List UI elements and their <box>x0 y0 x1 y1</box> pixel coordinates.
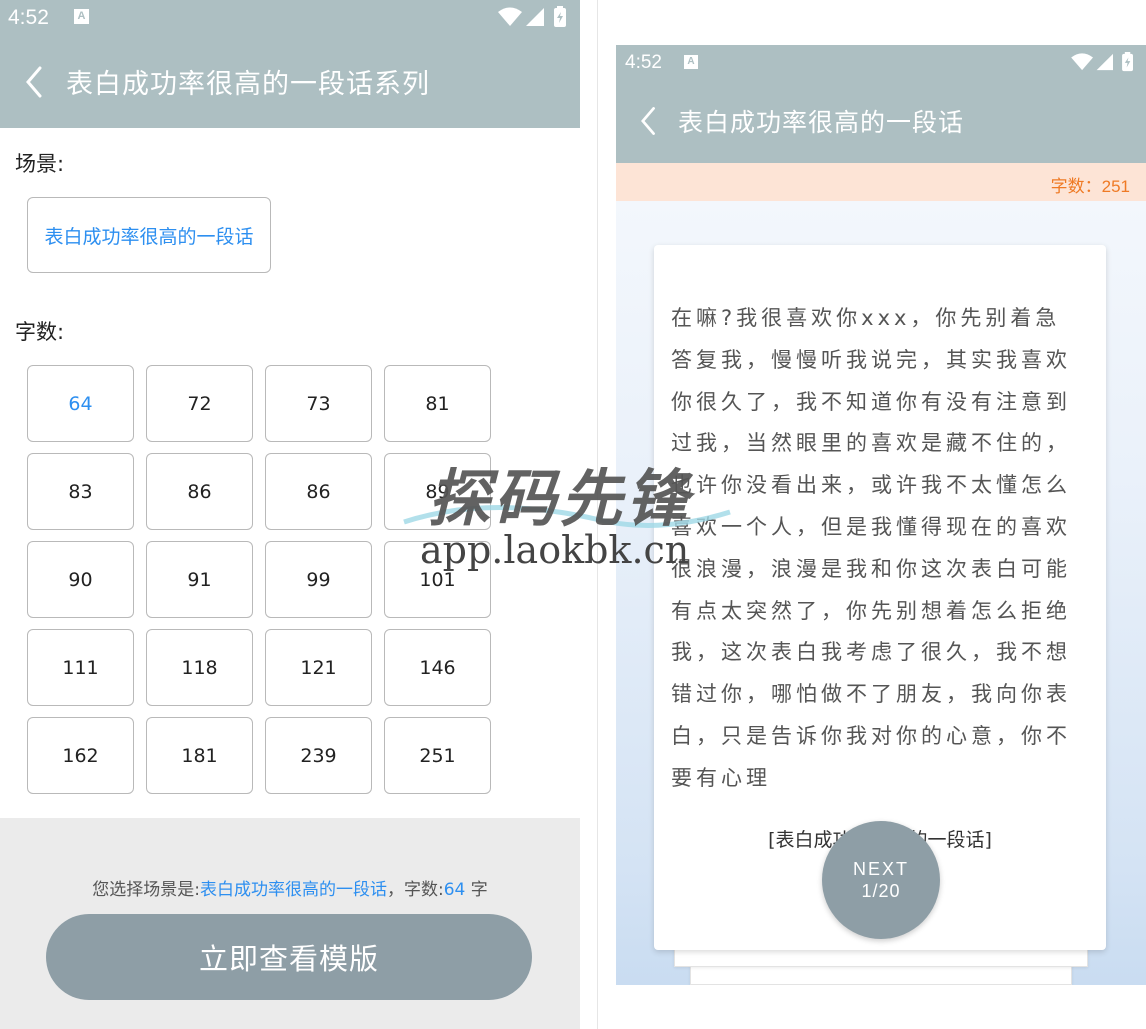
status-bar: 4:52 A <box>616 45 1146 79</box>
card-body-text: 在嘛?我很喜欢你xxx，你先别着急答复我，慢慢听我说完，其实我喜欢你很久了，我不… <box>671 306 1071 790</box>
system-status-icons <box>1071 52 1133 72</box>
right-screen: 4:52 A 表白成功率很高的一段话 字数：251 在嘛?我很喜欢你xxx，你先… <box>616 45 1146 985</box>
app-bar: 表白成功率很高的一段话系列 <box>0 36 580 128</box>
count-option[interactable]: 73 <box>265 365 372 442</box>
summary-scene: 表白成功率很高的一段话 <box>199 880 387 900</box>
count-option[interactable]: 251 <box>384 717 491 794</box>
count-option[interactable]: 146 <box>384 629 491 706</box>
char-count-bar: 字数：251 <box>616 163 1146 201</box>
count-label: 字数: <box>15 320 65 344</box>
char-count: 字数：251 <box>1050 177 1130 196</box>
count-option[interactable]: 90 <box>27 541 134 618</box>
battery-icon <box>554 6 566 27</box>
a-notification-icon: A <box>74 9 89 24</box>
summary-count: 64 <box>443 880 466 900</box>
a-notification-icon: A <box>684 55 698 69</box>
count-grid: 64 72 73 81 83 86 86 89 90 91 99 101 111… <box>27 365 492 794</box>
battery-icon <box>1122 52 1133 72</box>
next-label: NEXT <box>852 859 909 879</box>
page-title: 表白成功率很高的一段话系列 <box>66 69 430 100</box>
count-option[interactable]: 91 <box>146 541 253 618</box>
app-bar: 表白成功率很高的一段话 <box>616 79 1146 163</box>
count-option[interactable]: 83 <box>27 453 134 530</box>
count-option[interactable]: 181 <box>146 717 253 794</box>
count-option[interactable]: 162 <box>27 717 134 794</box>
summary-mid: ，字数: <box>386 880 444 900</box>
wifi-icon <box>498 7 522 26</box>
back-arrow-icon[interactable] <box>632 103 668 139</box>
wifi-icon <box>1071 53 1093 71</box>
count-option[interactable]: 239 <box>265 717 372 794</box>
count-option[interactable]: 99 <box>265 541 372 618</box>
signal-icon <box>1096 53 1113 71</box>
count-option[interactable]: 72 <box>146 365 253 442</box>
count-option[interactable]: 89 <box>384 453 491 530</box>
summary-suffix: 字 <box>465 880 488 900</box>
count-option[interactable]: 64 <box>27 365 134 442</box>
count-option[interactable]: 118 <box>146 629 253 706</box>
count-option[interactable]: 86 <box>146 453 253 530</box>
signal-icon <box>526 8 544 26</box>
left-screen: 4:52 A 表白成功率很高的一段话系列 场景: 表白成功率很高的一段话 字数:… <box>0 0 580 1029</box>
selection-summary: 您选择场景是:表白成功率很高的一段话，字数:64 字 <box>0 875 580 900</box>
panel-divider <box>597 0 598 1029</box>
page-indicator: 1/20 <box>861 881 901 901</box>
system-status-icons <box>498 6 566 27</box>
next-button[interactable]: NEXT 1/20 <box>822 821 940 939</box>
status-time: 4:52 <box>8 6 49 29</box>
view-template-button[interactable]: 立即查看模版 <box>46 914 532 1000</box>
scene-label: 场景: <box>15 152 65 176</box>
count-option[interactable]: 101 <box>384 541 491 618</box>
back-arrow-icon[interactable] <box>16 62 56 102</box>
count-option[interactable]: 81 <box>384 365 491 442</box>
count-option[interactable]: 86 <box>265 453 372 530</box>
page-title: 表白成功率很高的一段话 <box>678 108 965 137</box>
status-time: 4:52 <box>625 52 662 73</box>
bottom-panel: 您选择场景是:表白成功率很高的一段话，字数:64 字 立即查看模版 <box>0 818 580 1029</box>
status-bar: 4:52 A <box>0 0 580 36</box>
summary-prefix: 您选择场景是: <box>92 880 200 900</box>
scene-option-button[interactable]: 表白成功率很高的一段话 <box>27 197 271 273</box>
count-option[interactable]: 111 <box>27 629 134 706</box>
count-option[interactable]: 121 <box>265 629 372 706</box>
